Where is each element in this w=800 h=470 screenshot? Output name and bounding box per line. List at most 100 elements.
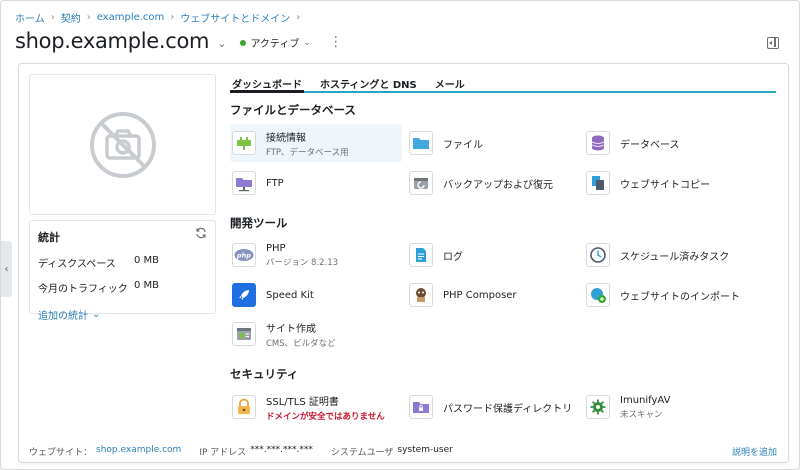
more-stats-label: 追加の統計 [38,311,88,322]
chevron-left-icon: ‹ [4,263,9,275]
speed-kit-tile[interactable]: Speed Kit [230,276,402,314]
website-card: 統計 ディスクスペース 0 MB 今月のトラフィック 0 MB 追加の統計 ⌄ … [18,63,789,463]
breadcrumb-separator: › [50,12,55,23]
tile-label: SSL/TLS 証明書 [266,396,339,408]
scheduled-tasks-tile[interactable]: スケジュール済みタスク [584,236,756,274]
php-composer-tile[interactable]: PHP Composer [407,276,579,314]
chevron-down-icon: ⌄ [303,37,311,48]
breadcrumb-subscription[interactable]: 契約 [61,10,81,25]
section-title-files: ファイルとデータベース [230,103,356,117]
website-import-tile[interactable]: ウェブサイトのインポート [584,276,756,314]
breadcrumb-separator: › [170,12,175,23]
tile-label: データベース [620,139,680,151]
more-options-icon[interactable]: ⋮ [329,35,343,49]
lock-icon [232,395,256,419]
tab-dashboard[interactable]: ダッシュボード [230,74,304,93]
website-link[interactable]: shop.example.com [96,445,181,458]
footer-label: IP アドレス [199,448,247,458]
tile-label: ImunifyAV [620,394,671,406]
panel-toggle-icon[interactable] [767,37,779,49]
sidebar-expand-handle[interactable]: ‹ [1,241,12,297]
breadcrumb-websites-domains[interactable]: ウェブサイトとドメイン [180,10,290,25]
footer-ip: IP アドレス ***.***.***.*** [199,445,313,458]
footer-system-user: システムユーザ system-user [331,445,453,458]
site-builder-icon [232,322,256,346]
backup-icon [409,171,433,195]
files-tile[interactable]: ファイル [407,124,579,162]
tile-label: PHP [266,242,286,254]
tile-label: パスワード保護ディレクトリ [443,403,573,415]
tile-label: スケジュール済みタスク [620,251,730,263]
connection-info-tile[interactable]: 接続情報 FTP、データベース用 [230,124,402,162]
php-tile[interactable]: php PHP バージョン 8.2.13 [230,236,402,274]
stat-row-traffic: 今月のトラフィック 0 MB [38,280,207,295]
section-title-security: セキュリティ [230,367,299,381]
stats-title: 統計 [38,231,60,244]
breadcrumb-domain[interactable]: example.com [97,12,165,23]
composer-icon [409,283,433,307]
ip-address-value: ***.***.***.*** [250,445,313,455]
tile-label: ログ [443,251,463,263]
tab-bar: ダッシュボード ホスティングと DNS メール [230,74,776,93]
more-stats-link[interactable]: 追加の統計 ⌄ [38,307,207,322]
password-protected-directories-tile[interactable]: パスワード保護ディレクトリ [407,388,579,426]
tile-label: FTP [266,177,284,189]
breadcrumb: ホーム › 契約 › example.com › ウェブサイトとドメイン › [15,10,300,25]
stat-label: 今月のトラフィック [38,284,128,295]
imunify-icon [586,395,610,419]
tab-mail[interactable]: メール [433,74,467,91]
ftp-folder-icon [232,171,256,195]
status-dropdown[interactable]: アクティブ ⌄ [240,35,311,50]
tile-label: サイト作成 [266,323,316,335]
status-dot-icon [240,39,247,46]
chevron-down-icon[interactable]: ⌄ [217,37,226,50]
clock-icon [586,243,610,267]
log-icon [409,243,433,267]
footer-label: ウェブサイト： [29,448,93,458]
copy-icon [586,171,610,195]
breadcrumb-home[interactable]: ホーム [15,10,45,25]
plug-icon [232,131,256,155]
breadcrumb-separator: › [86,12,91,23]
tile-label: PHP Composer [443,289,517,301]
site-builder-tile[interactable]: サイト作成 CMS、ビルダなど [230,315,402,353]
page-title[interactable]: shop.example.com [15,29,210,53]
tile-sublabel: 未スキャン [620,409,663,420]
tile-label: バックアップおよび復元 [443,179,553,191]
tile-label: ウェブサイトのインポート [620,291,740,303]
main-window: ホーム › 契約 › example.com › ウェブサイトとドメイン › s… [0,0,800,470]
footer-label: システムユーザ [330,448,394,458]
folder-icon [409,131,433,155]
tile-sublabel: バージョン 8.2.13 [266,257,339,268]
no-camera-icon [89,111,156,178]
system-user-value: system-user [397,445,453,455]
ssl-warning-text: ドメインが安全ではありません [266,411,385,422]
rocket-icon [232,283,256,307]
tile-label: ウェブサイトコピー [620,179,710,191]
backup-restore-tile[interactable]: バックアップおよび復元 [407,164,579,202]
imunifyav-tile[interactable]: ImunifyAV 未スキャン [584,388,756,426]
website-info-footer: ウェブサイト： shop.example.com IP アドレス ***.***… [29,445,453,458]
import-icon [586,283,610,307]
ftp-tile[interactable]: FTP [230,164,402,202]
status-label: アクティブ [250,39,300,50]
title-bar: shop.example.com ⌄ アクティブ ⌄ ⋮ [15,29,343,53]
stat-value: 0 MB [134,255,160,266]
website-preview [29,74,216,215]
ssl-certificate-tile[interactable]: SSL/TLS 証明書 ドメインが安全ではありません [230,388,402,426]
stat-label: ディスクスペース [38,259,116,270]
website-copy-tile[interactable]: ウェブサイトコピー [584,164,756,202]
refresh-icon[interactable] [195,227,207,239]
php-icon: php [232,243,256,267]
stat-value: 0 MB [134,280,160,291]
breadcrumb-separator: › [296,12,301,23]
section-title-dev: 開発ツール [230,216,288,230]
tile-label: ファイル [443,139,483,151]
add-description-link[interactable]: 説明を追加 [732,445,777,458]
logs-tile[interactable]: ログ [407,236,579,274]
stat-row-disk: ディスクスペース 0 MB [38,255,207,270]
databases-tile[interactable]: データベース [584,124,756,162]
protected-folder-icon [409,395,433,419]
tab-hosting-dns[interactable]: ホスティングと DNS [318,74,419,91]
tile-label: Speed Kit [266,289,314,301]
